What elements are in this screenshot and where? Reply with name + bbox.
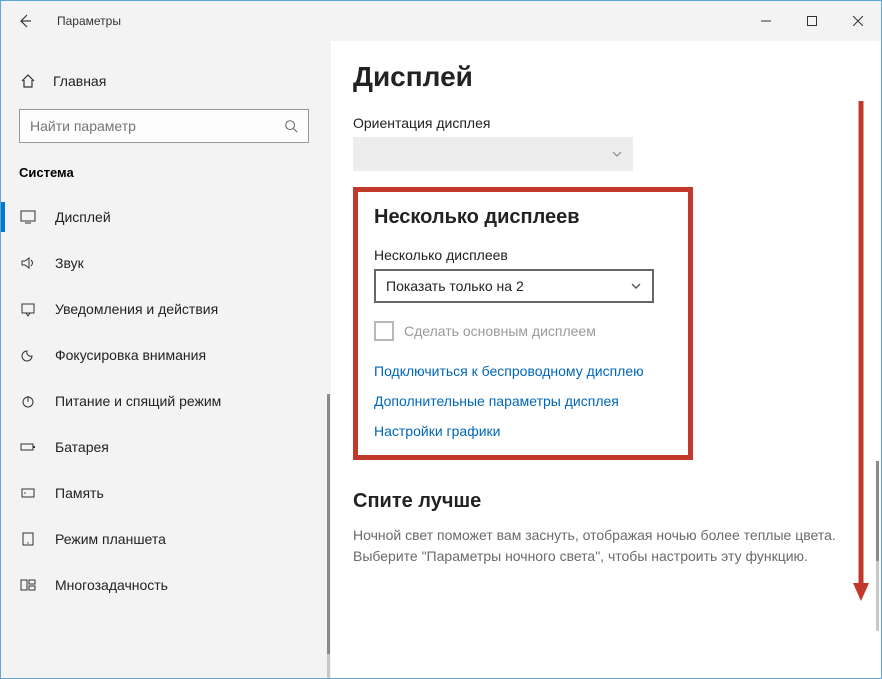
- close-icon: [853, 16, 863, 26]
- sidebar-home[interactable]: Главная: [1, 61, 331, 101]
- multiple-displays-title: Несколько дисплеев: [374, 206, 672, 229]
- sidebar: Главная Система Дисплей: [1, 41, 331, 678]
- sidebar-item-multitask[interactable]: Многозадачность: [1, 562, 331, 608]
- orientation-label: Ориентация дисплея: [353, 115, 859, 131]
- sleep-better-section: Спите лучше Ночной свет поможет вам засн…: [353, 490, 859, 567]
- sidebar-item-display[interactable]: Дисплей: [1, 194, 331, 240]
- minimize-icon: [761, 16, 771, 26]
- power-icon: [19, 393, 37, 409]
- graphics-settings-link[interactable]: Настройки графики: [374, 423, 672, 439]
- make-main-display-checkbox[interactable]: [374, 321, 394, 341]
- sidebar-item-label: Фокусировка внимания: [55, 347, 206, 363]
- sidebar-item-power[interactable]: Питание и спящий режим: [1, 378, 331, 424]
- back-button[interactable]: [1, 1, 49, 41]
- chevron-down-icon: [630, 280, 642, 292]
- multiple-displays-value: Показать только на 2: [386, 278, 524, 294]
- home-icon: [19, 73, 37, 89]
- advanced-display-link[interactable]: Дополнительные параметры дисплея: [374, 393, 672, 409]
- sidebar-item-notifications[interactable]: Уведомления и действия: [1, 286, 331, 332]
- window-body: Главная Система Дисплей: [1, 41, 881, 678]
- focus-icon: [19, 347, 37, 363]
- content-scrollbar[interactable]: [876, 461, 879, 631]
- search-icon: [284, 119, 298, 133]
- make-main-display-label: Сделать основным дисплеем: [404, 323, 596, 339]
- maximize-button[interactable]: [789, 1, 835, 41]
- sleep-better-title: Спите лучше: [353, 490, 859, 513]
- wireless-display-link[interactable]: Подключиться к беспроводному дисплею: [374, 363, 672, 379]
- sound-icon: [19, 255, 37, 271]
- close-button[interactable]: [835, 1, 881, 41]
- search-box[interactable]: [19, 109, 309, 143]
- sidebar-nav: Дисплей Звук Уведомления и действия Фоку…: [1, 194, 331, 678]
- search-input[interactable]: [30, 118, 284, 134]
- sidebar-category: Система: [1, 155, 331, 194]
- sidebar-home-label: Главная: [53, 73, 106, 89]
- sidebar-item-label: Память: [55, 485, 104, 501]
- sidebar-item-label: Звук: [55, 255, 84, 271]
- sleep-better-text: Ночной свет поможет вам заснуть, отображ…: [353, 525, 843, 567]
- sidebar-item-focus[interactable]: Фокусировка внимания: [1, 332, 331, 378]
- sidebar-item-label: Дисплей: [55, 209, 111, 225]
- sidebar-item-label: Многозадачность: [55, 577, 168, 593]
- multiple-displays-dropdown[interactable]: Показать только на 2: [374, 269, 654, 303]
- search-wrap: [1, 101, 331, 155]
- sidebar-item-label: Батарея: [55, 439, 109, 455]
- content: Дисплей Ориентация дисплея Несколько дис…: [331, 41, 881, 678]
- arrow-left-icon: [17, 13, 33, 29]
- storage-icon: [19, 485, 37, 501]
- sidebar-item-sound[interactable]: Звук: [1, 240, 331, 286]
- multiple-displays-highlight: Несколько дисплеев Несколько дисплеев По…: [353, 187, 693, 460]
- battery-icon: [19, 439, 37, 455]
- make-main-display-row: Сделать основным дисплеем: [374, 321, 672, 341]
- sidebar-item-battery[interactable]: Батарея: [1, 424, 331, 470]
- settings-window: Параметры Главная: [0, 0, 882, 679]
- window-controls: [743, 1, 881, 41]
- multiple-displays-label: Несколько дисплеев: [374, 247, 672, 263]
- orientation-dropdown[interactable]: [353, 137, 633, 171]
- sidebar-item-tablet[interactable]: Режим планшета: [1, 516, 331, 562]
- sidebar-scrollbar-thumb[interactable]: [327, 394, 330, 654]
- multitask-icon: [19, 577, 37, 593]
- tablet-icon: [19, 531, 37, 547]
- titlebar: Параметры: [1, 1, 881, 41]
- display-icon: [19, 209, 37, 225]
- sidebar-item-label: Уведомления и действия: [55, 301, 218, 317]
- minimize-button[interactable]: [743, 1, 789, 41]
- sidebar-item-label: Режим планшета: [55, 531, 166, 547]
- notifications-icon: [19, 301, 37, 317]
- maximize-icon: [807, 16, 817, 26]
- sidebar-item-storage[interactable]: Память: [1, 470, 331, 516]
- content-scrollbar-thumb[interactable]: [876, 461, 879, 561]
- sidebar-item-label: Питание и спящий режим: [55, 393, 221, 409]
- chevron-down-icon: [611, 148, 623, 160]
- sidebar-scrollbar[interactable]: [327, 394, 330, 678]
- window-title: Параметры: [49, 14, 121, 28]
- page-title: Дисплей: [353, 61, 859, 93]
